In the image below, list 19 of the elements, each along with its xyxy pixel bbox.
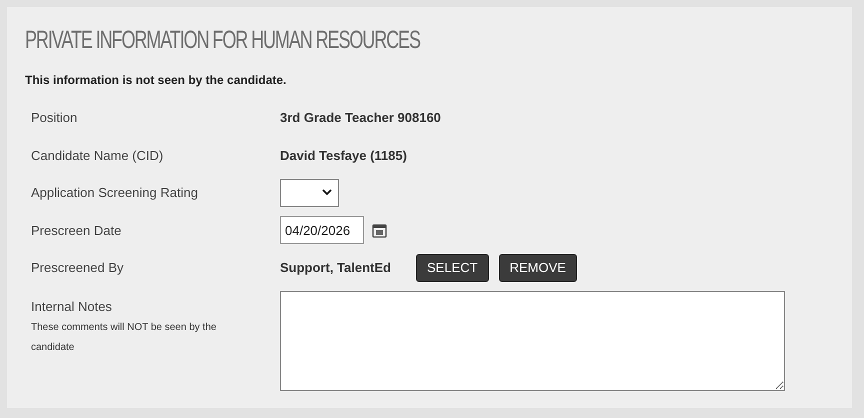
- notice-text: This information is not seen by the candidate.: [25, 72, 288, 89]
- field-value: Support, TalentEd: [280, 259, 392, 277]
- action-button[interactable]: SELECT: [416, 254, 489, 282]
- section-title: PRIVATE INFORMATION FOR HUMAN RESOURCES: [25, 25, 420, 56]
- field-label: Prescreen Date: [31, 222, 122, 240]
- field-label: Internal Notes: [31, 298, 113, 316]
- field-label: Candidate Name (CID): [31, 146, 164, 165]
- field-value: David Tesfaye (1185): [280, 146, 407, 165]
- chevron-down-icon: [322, 189, 332, 196]
- field-label: Position: [31, 109, 78, 127]
- field-label: Application Screening Rating: [31, 184, 199, 202]
- field-value: 3rd Grade Teacher 908160: [280, 109, 441, 127]
- notes-field[interactable]: [280, 290, 785, 390]
- field-label: Prescreened By: [31, 259, 124, 277]
- rating-select[interactable]: [280, 178, 339, 207]
- calendar-icon[interactable]: [372, 222, 387, 238]
- hint-text: These comments will NOT be seen by the candidate: [31, 321, 218, 355]
- action-button[interactable]: REMOVE: [498, 254, 577, 282]
- date-field[interactable]: 04/20/2026: [280, 216, 364, 244]
